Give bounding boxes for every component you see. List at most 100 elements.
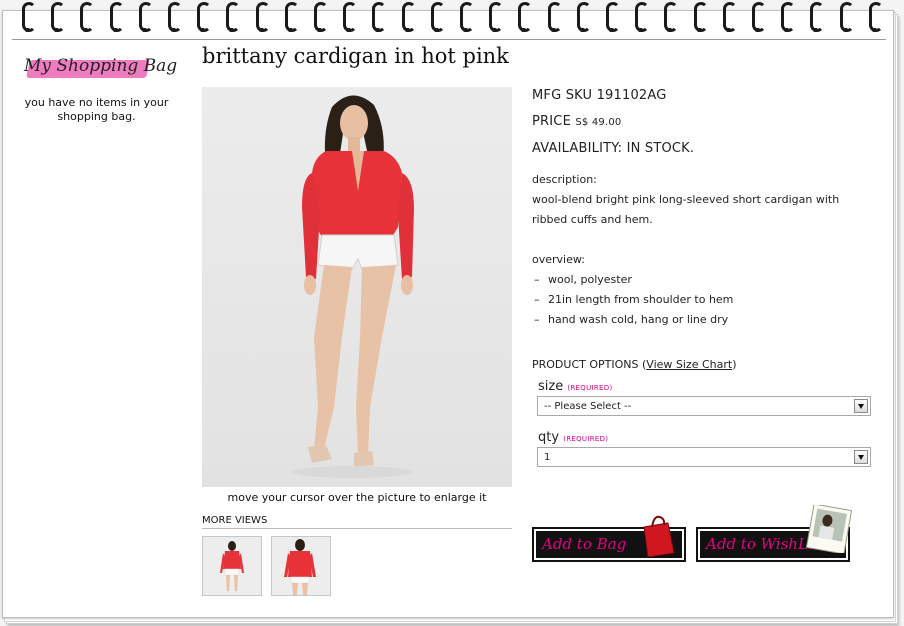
spiral-ring bbox=[108, 0, 124, 32]
ring-hole bbox=[404, 28, 410, 32]
view-size-chart-link[interactable]: View Size Chart bbox=[646, 358, 732, 371]
product-availability: AVAILABILITY: IN STOCK. bbox=[532, 141, 695, 156]
ring-hole bbox=[696, 28, 702, 32]
shopping-bag-logo[interactable]: My Shopping Bag bbox=[14, 52, 177, 86]
qty-select-value: 1 bbox=[544, 452, 551, 463]
spiral-ring bbox=[516, 0, 533, 32]
ring-hole bbox=[287, 28, 293, 32]
spiral-ring bbox=[370, 0, 387, 32]
ring-hole bbox=[463, 28, 468, 32]
zoom-hint: move your cursor over the picture to enl… bbox=[227, 491, 487, 504]
ring-loop bbox=[810, 2, 825, 32]
add-to-bag-button[interactable]: Add to Bag bbox=[532, 515, 686, 562]
chevron-down-icon[interactable] bbox=[854, 399, 868, 413]
ring-hole bbox=[755, 28, 760, 32]
size-select-value: -- Please Select -- bbox=[544, 401, 632, 412]
spiral-ring bbox=[283, 0, 299, 32]
add-to-wishlist-button[interactable]: Add to WishList bbox=[696, 505, 852, 562]
spiral-ring bbox=[633, 0, 650, 32]
product-description: description: wool-blend bright pink long… bbox=[532, 170, 877, 330]
overview-list: – wool, polyester –21in length from shoul… bbox=[532, 270, 877, 330]
empty-bag-message: you have no items in your shopping bag. bbox=[24, 96, 169, 123]
product-sku: MFG SKU 191102AG bbox=[532, 88, 667, 103]
spiral-ring bbox=[604, 0, 620, 32]
bullet-dash: – bbox=[534, 313, 540, 326]
overview-item-text: 21in length from shoulder to hem bbox=[548, 293, 734, 306]
ring-hole bbox=[609, 28, 614, 32]
ring-hole bbox=[171, 28, 176, 32]
ring-loop bbox=[226, 2, 241, 32]
model-photo-illustration bbox=[202, 87, 512, 487]
product-options-heading: PRODUCT OPTIONS (View Size Chart) bbox=[532, 358, 737, 371]
thumbnail-back[interactable] bbox=[271, 536, 331, 596]
ring-hole bbox=[317, 28, 322, 32]
spiral-ring bbox=[867, 0, 883, 32]
ring-loop bbox=[518, 2, 533, 32]
ring-hole bbox=[141, 28, 147, 32]
product-main-image[interactable] bbox=[202, 87, 512, 487]
bullet-dash: – bbox=[534, 273, 540, 286]
ring-loop bbox=[372, 2, 387, 32]
qty-required-tag: (REQUIRED) bbox=[563, 435, 609, 443]
thumbnail-front-image bbox=[203, 537, 261, 595]
polaroid-photo-icon bbox=[806, 505, 852, 553]
ring-hole bbox=[842, 28, 848, 32]
spiral-ring bbox=[779, 0, 796, 32]
spiral-ring bbox=[78, 0, 95, 32]
ring-hole bbox=[112, 28, 118, 32]
shopping-bag-title: My Shopping Bag bbox=[24, 56, 178, 76]
price-value: S$ 49.00 bbox=[575, 117, 621, 128]
spiral-ring bbox=[49, 0, 66, 32]
size-label-text: size bbox=[538, 379, 564, 394]
description-body: wool-blend bright pink long-sleeved shor… bbox=[532, 193, 840, 226]
thumbnail-front[interactable] bbox=[202, 536, 262, 596]
bullet-dash: – bbox=[534, 293, 540, 306]
ring-hole bbox=[725, 28, 731, 32]
spiral-ring bbox=[195, 0, 212, 32]
shopping-bag-icon bbox=[643, 515, 675, 557]
spiral-ring bbox=[546, 0, 562, 32]
spiral-ring bbox=[575, 0, 591, 32]
ring-loop bbox=[664, 2, 679, 32]
product-options: PRODUCT OPTIONS (View Size Chart) size (… bbox=[532, 358, 877, 467]
spiral-ring bbox=[721, 0, 737, 32]
qty-label-text: qty bbox=[538, 430, 560, 445]
product-price: PRICE S$ 49.00 bbox=[532, 114, 622, 129]
ring-hole bbox=[579, 28, 585, 32]
ring-hole bbox=[258, 28, 264, 32]
overview-item: – hand wash cold, hang or line dry bbox=[532, 310, 877, 330]
description-spacer bbox=[532, 230, 877, 250]
thumbnail-back-image bbox=[272, 537, 330, 595]
overview-item-text: hand wash cold, hang or line dry bbox=[548, 313, 729, 326]
size-select[interactable]: -- Please Select -- bbox=[537, 396, 871, 416]
spiral-ring bbox=[838, 0, 854, 32]
spiral-ring bbox=[312, 0, 328, 32]
overview-item: – wool, polyester bbox=[532, 270, 877, 290]
shopping-bag-sidebar: My Shopping Bag you have no items in you… bbox=[14, 52, 177, 124]
price-amount: 49.00 bbox=[591, 117, 622, 128]
more-views-heading: MORE VIEWS bbox=[202, 515, 512, 529]
spiral-ring bbox=[224, 0, 241, 32]
spiral-ring bbox=[400, 0, 416, 32]
ring-hole bbox=[871, 28, 877, 32]
price-label: PRICE bbox=[532, 114, 571, 129]
ring-hole bbox=[25, 28, 30, 32]
options-heading-text: PRODUCT OPTIONS bbox=[532, 358, 639, 371]
overview-heading: overview: bbox=[532, 253, 585, 266]
spiral-ring bbox=[750, 0, 766, 32]
ring-loop bbox=[80, 2, 95, 32]
spiral-ring bbox=[254, 0, 270, 32]
spiral-ring bbox=[429, 0, 445, 32]
overview-item: –21in length from shoulder to hem bbox=[532, 290, 877, 310]
spiral-ring bbox=[662, 0, 679, 32]
spiral-ring bbox=[692, 0, 708, 32]
spiral-ring bbox=[341, 0, 358, 32]
chevron-down-icon[interactable] bbox=[854, 450, 868, 464]
qty-select[interactable]: 1 bbox=[537, 447, 871, 467]
overview-item-text: wool, polyester bbox=[548, 273, 632, 286]
spiral-ring bbox=[458, 0, 474, 32]
add-to-bag-label: Add to Bag bbox=[542, 535, 627, 553]
description-heading: description: bbox=[532, 173, 597, 186]
price-currency: S$ bbox=[575, 117, 589, 128]
spiral-ring bbox=[20, 0, 36, 32]
